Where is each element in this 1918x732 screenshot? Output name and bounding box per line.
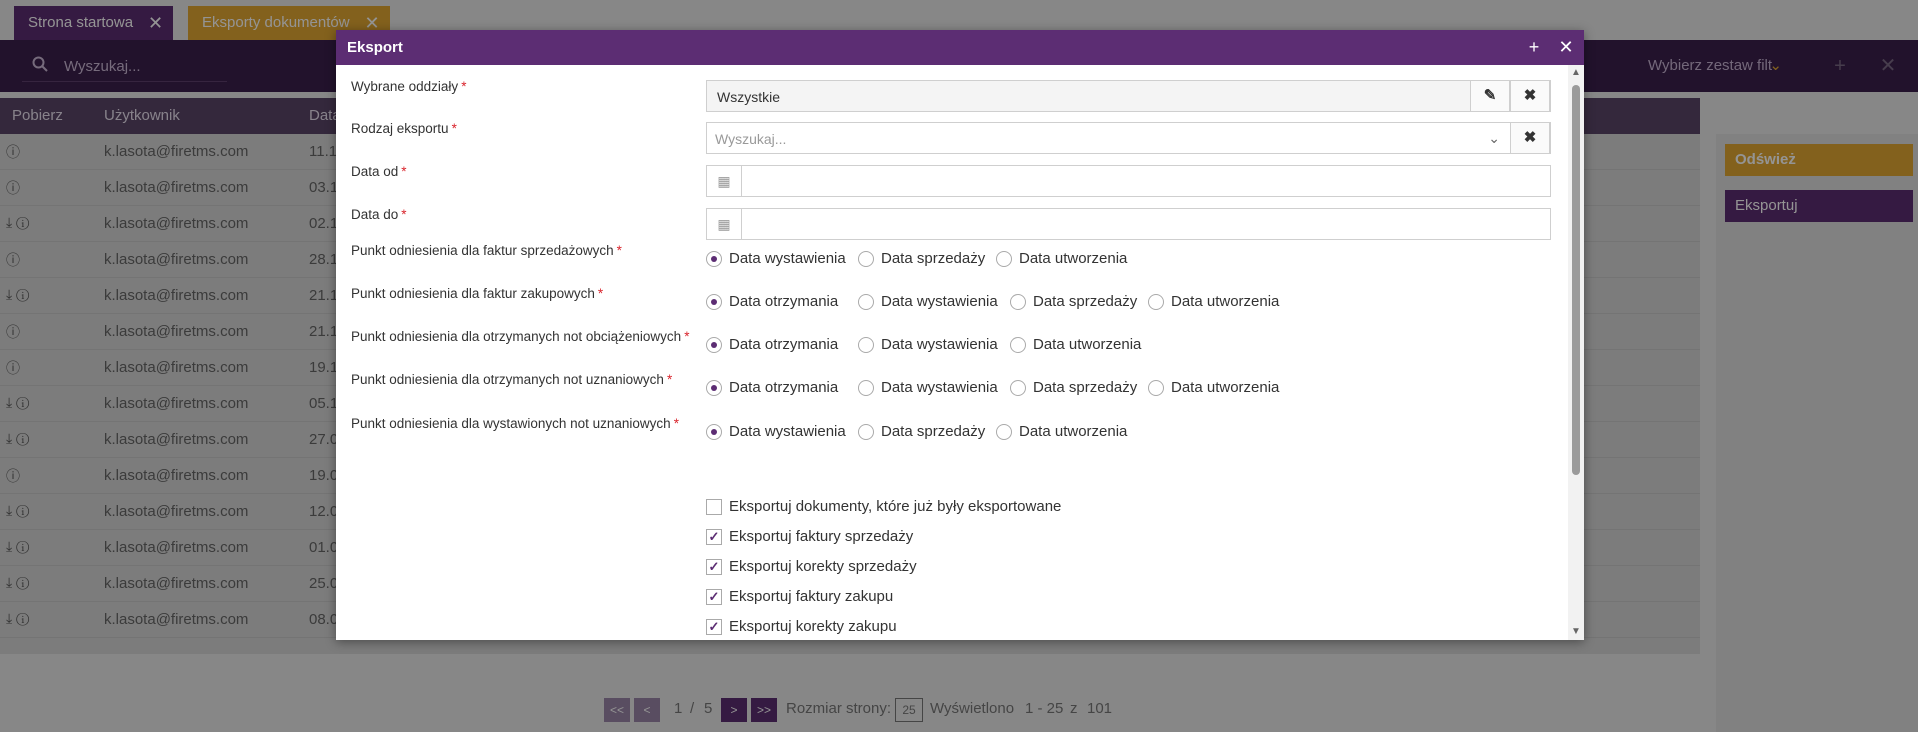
required-marker: * bbox=[461, 79, 467, 94]
radio-label: Data utworzenia bbox=[1033, 336, 1142, 353]
radio-button[interactable] bbox=[996, 424, 1012, 440]
branches-field[interactable]: Wszystkie ✎ ✖ bbox=[706, 80, 1551, 112]
date-to-label: Data do * bbox=[351, 207, 407, 222]
date-from-label: Data od * bbox=[351, 164, 407, 179]
required-marker: * bbox=[673, 416, 679, 431]
required-marker: * bbox=[401, 207, 407, 222]
radio-button[interactable] bbox=[706, 294, 722, 310]
radio-button[interactable] bbox=[1010, 380, 1026, 396]
required-marker: * bbox=[684, 329, 690, 344]
date-from-input[interactable]: ▦ bbox=[706, 165, 1551, 197]
radio-button[interactable] bbox=[858, 380, 874, 396]
reference-point-label: Punkt odniesienia dla faktur sprzedażowy… bbox=[351, 243, 622, 258]
radio-button[interactable] bbox=[706, 380, 722, 396]
radio-label: Data otrzymania bbox=[729, 293, 839, 310]
reference-point-label: Punkt odniesienia dla wystawionych not u… bbox=[351, 416, 679, 431]
edit-icon[interactable]: ✎ bbox=[1470, 80, 1510, 112]
radio-button[interactable] bbox=[858, 424, 874, 440]
export-type-select[interactable]: Wyszukaj... ⌄ ✖ bbox=[706, 122, 1551, 154]
radio-button[interactable] bbox=[996, 251, 1012, 267]
checkbox-checked[interactable]: ✓ bbox=[706, 619, 722, 635]
scrollbar-thumb[interactable] bbox=[1572, 85, 1580, 475]
checkbox-label: Eksportuj faktury zakupu bbox=[729, 588, 894, 605]
checkbox-checked[interactable]: ✓ bbox=[706, 559, 722, 575]
branches-label-text: Wybrane oddziały bbox=[351, 79, 459, 94]
modal-scrollbar[interactable]: ▲ ▼ bbox=[1568, 65, 1584, 640]
date-from-label-text: Data od bbox=[351, 164, 399, 179]
checkbox-unchecked[interactable] bbox=[706, 499, 722, 515]
reference-point-label-text: Punkt odniesienia dla otrzymanych not ob… bbox=[351, 329, 682, 344]
radio-label: Data wystawienia bbox=[729, 423, 846, 440]
export-type-label-text: Rodzaj eksportu bbox=[351, 121, 449, 136]
required-marker: * bbox=[666, 372, 673, 387]
chevron-down-icon: ⌄ bbox=[1488, 130, 1500, 146]
radio-button[interactable] bbox=[858, 251, 874, 267]
branches-label: Wybrane oddziały * bbox=[351, 79, 466, 94]
maximize-icon[interactable]: + bbox=[1522, 35, 1546, 59]
calendar-icon[interactable]: ▦ bbox=[706, 208, 742, 240]
radio-label: Data wystawienia bbox=[881, 336, 998, 353]
radio-label: Data wystawienia bbox=[881, 379, 998, 396]
radio-label: Data sprzedaży bbox=[881, 423, 986, 440]
radio-label: Data sprzedaży bbox=[1033, 379, 1138, 396]
date-to-label-text: Data do bbox=[351, 207, 399, 222]
checkbox-checked[interactable]: ✓ bbox=[706, 589, 722, 605]
required-marker: * bbox=[401, 164, 407, 179]
checkbox-label: Eksportuj faktury sprzedaży bbox=[729, 528, 914, 545]
radio-button[interactable] bbox=[1010, 337, 1026, 353]
radio-label: Data utworzenia bbox=[1171, 379, 1280, 396]
close-icon[interactable]: ✕ bbox=[1554, 35, 1578, 59]
required-marker: * bbox=[451, 121, 457, 136]
reference-point-label-text: Punkt odniesienia dla otrzymanych not uz… bbox=[351, 372, 664, 387]
radio-label: Data otrzymania bbox=[729, 336, 839, 353]
scroll-up-icon[interactable]: ▲ bbox=[1571, 67, 1581, 78]
modal-body: Wybrane oddziały * Wszystkie ✎ ✖ Rodzaj e… bbox=[336, 65, 1566, 640]
radio-label: Data wystawienia bbox=[881, 293, 998, 310]
checkbox-label: Eksportuj dokumenty, które już były eksp… bbox=[729, 498, 1062, 515]
radio-button[interactable] bbox=[706, 251, 722, 267]
radio-button[interactable] bbox=[858, 337, 874, 353]
radio-label: Data utworzenia bbox=[1019, 423, 1128, 440]
export-modal: Eksport + ✕ Wybrane oddziały * Wszystkie … bbox=[336, 30, 1584, 640]
modal-title: Eksport bbox=[347, 39, 403, 56]
radio-button[interactable] bbox=[1148, 294, 1164, 310]
scroll-down-icon[interactable]: ▼ bbox=[1571, 626, 1581, 637]
checkbox-label: Eksportuj korekty sprzedaży bbox=[729, 558, 917, 575]
date-to-input[interactable]: ▦ bbox=[706, 208, 1551, 240]
calendar-icon[interactable]: ▦ bbox=[706, 165, 742, 197]
branches-value: Wszystkie bbox=[717, 89, 780, 105]
radio-button[interactable] bbox=[1148, 380, 1164, 396]
clear-icon[interactable]: ✖ bbox=[1510, 122, 1550, 154]
reference-point-label-text: Punkt odniesienia dla wystawionych not u… bbox=[351, 416, 671, 431]
radio-label: Data sprzedaży bbox=[1033, 293, 1138, 310]
clear-icon[interactable]: ✖ bbox=[1510, 80, 1550, 112]
radio-button[interactable] bbox=[858, 294, 874, 310]
radio-button[interactable] bbox=[706, 424, 722, 440]
radio-label: Data wystawienia bbox=[729, 250, 846, 267]
checkbox-checked[interactable]: ✓ bbox=[706, 529, 722, 545]
reference-point-label: Punkt odniesienia dla faktur zakupowych * bbox=[351, 286, 603, 301]
reference-point-label: Punkt odniesienia dla otrzymanych not uz… bbox=[351, 372, 672, 387]
radio-button[interactable] bbox=[1010, 294, 1026, 310]
reference-point-label-text: Punkt odniesienia dla faktur sprzedażowy… bbox=[351, 243, 614, 258]
reference-point-label-text: Punkt odniesienia dla faktur zakupowych bbox=[351, 286, 595, 301]
radio-label: Data utworzenia bbox=[1171, 293, 1280, 310]
export-type-placeholder: Wyszukaj... bbox=[715, 131, 787, 147]
reference-point-label: Punkt odniesienia dla otrzymanych not ob… bbox=[351, 329, 689, 344]
checkbox-label: Eksportuj korekty zakupu bbox=[729, 618, 897, 635]
radio-button[interactable] bbox=[706, 337, 722, 353]
modal-header: Eksport + ✕ bbox=[336, 30, 1584, 65]
required-marker: * bbox=[597, 286, 604, 301]
radio-label: Data utworzenia bbox=[1019, 250, 1128, 267]
radio-label: Data sprzedaży bbox=[881, 250, 986, 267]
export-type-label: Rodzaj eksportu * bbox=[351, 121, 457, 136]
required-marker: * bbox=[616, 243, 622, 258]
radio-label: Data otrzymania bbox=[729, 379, 839, 396]
